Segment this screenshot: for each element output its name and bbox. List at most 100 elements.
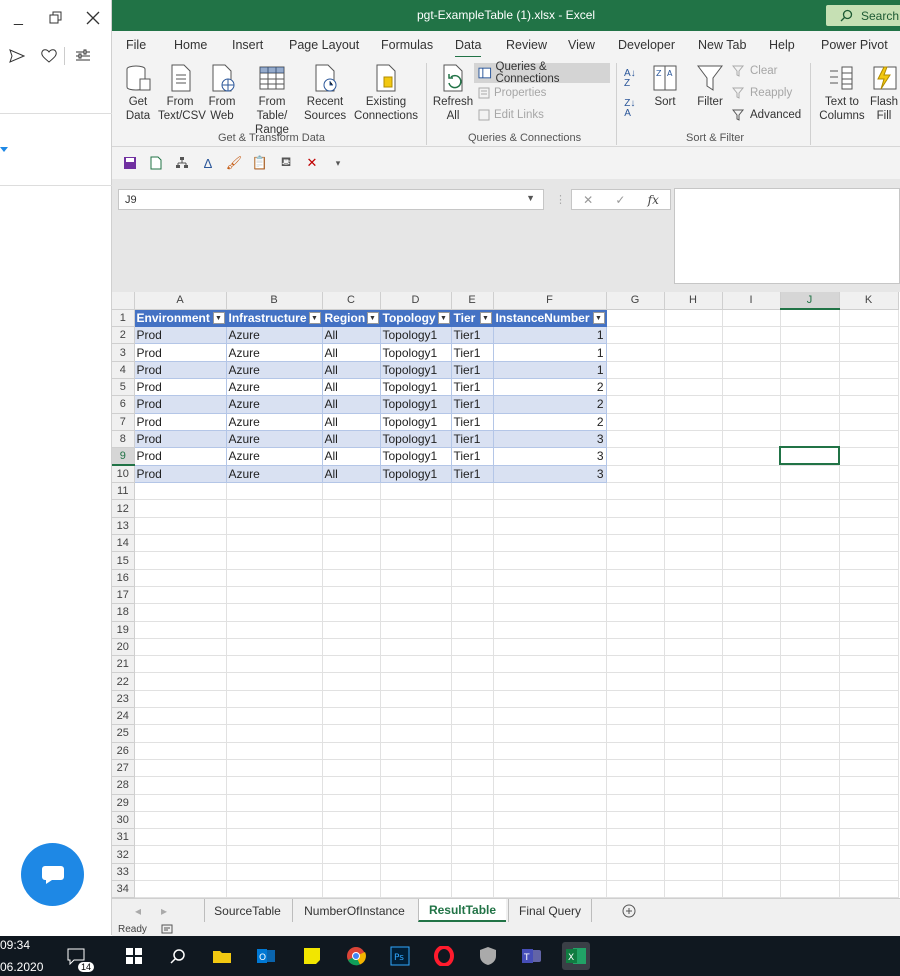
cell[interactable] — [226, 776, 323, 795]
select-all-corner[interactable] — [112, 292, 135, 310]
cell[interactable] — [664, 361, 723, 379]
cell[interactable] — [606, 569, 665, 587]
table-cell[interactable]: Topology1 — [380, 361, 452, 379]
cell[interactable] — [722, 378, 781, 397]
cell[interactable] — [134, 863, 227, 882]
flash-fill-button[interactable]: Flash Fill — [868, 63, 900, 123]
table-cell[interactable]: All — [322, 343, 381, 362]
minimize-icon[interactable]: _ — [0, 0, 37, 36]
cell[interactable] — [134, 794, 227, 812]
cell[interactable] — [839, 413, 899, 431]
cell[interactable] — [664, 395, 723, 414]
cell[interactable] — [380, 707, 452, 726]
cell[interactable] — [226, 863, 323, 882]
cell[interactable] — [839, 828, 899, 847]
cell[interactable] — [664, 326, 723, 345]
name-box-dropdown-icon[interactable]: ▼ — [526, 193, 535, 203]
cell[interactable] — [380, 811, 452, 830]
cell[interactable] — [606, 672, 665, 691]
settings-sliders-icon[interactable] — [65, 38, 101, 74]
cell[interactable] — [226, 638, 323, 657]
cell[interactable] — [606, 880, 665, 898]
cell[interactable] — [780, 672, 840, 691]
cell[interactable] — [606, 430, 665, 449]
cell[interactable] — [606, 828, 665, 847]
table-cell[interactable]: Azure — [226, 378, 323, 397]
cell[interactable] — [134, 569, 227, 587]
cell[interactable] — [839, 759, 899, 778]
macro-record-icon[interactable] — [161, 924, 173, 934]
column-header-b[interactable]: B — [226, 292, 323, 310]
cell[interactable] — [493, 742, 607, 760]
row-header[interactable]: 28 — [112, 776, 135, 795]
cell[interactable] — [380, 672, 452, 691]
file-explorer-icon[interactable] — [208, 942, 236, 970]
cell[interactable] — [780, 603, 840, 622]
cell[interactable] — [722, 603, 781, 622]
cell[interactable] — [664, 551, 723, 570]
cell[interactable] — [780, 395, 840, 414]
table-cell[interactable]: Prod — [134, 465, 227, 484]
export-icon[interactable] — [146, 153, 166, 173]
table-cell[interactable]: Prod — [134, 378, 227, 397]
properties-button[interactable]: Properties — [478, 87, 546, 99]
cell[interactable] — [606, 863, 665, 882]
cell[interactable] — [722, 707, 781, 726]
cell[interactable] — [493, 655, 607, 674]
cell[interactable] — [722, 343, 781, 362]
table-cell[interactable]: All — [322, 361, 381, 379]
cell[interactable] — [226, 724, 323, 743]
notifications-icon[interactable]: 14 — [62, 942, 94, 972]
table-cell[interactable]: All — [322, 378, 381, 397]
cell[interactable] — [780, 499, 840, 518]
cell[interactable] — [134, 742, 227, 760]
cell[interactable] — [493, 638, 607, 657]
table-cell[interactable]: 2 — [493, 413, 607, 431]
sheet-tab-resulttable[interactable]: ResultTable — [418, 899, 506, 922]
cell[interactable] — [322, 880, 381, 898]
cell[interactable] — [780, 690, 840, 709]
table-header-cell[interactable]: Environment ▼ — [134, 309, 227, 328]
table-cell[interactable]: 1 — [493, 326, 607, 345]
table-cell[interactable]: Tier1 — [451, 343, 494, 362]
row-header[interactable]: 19 — [112, 621, 135, 639]
cell[interactable] — [664, 447, 723, 466]
row-header[interactable]: 8 — [112, 430, 135, 449]
cell[interactable] — [226, 742, 323, 760]
cell[interactable] — [780, 880, 840, 898]
cell[interactable] — [380, 517, 452, 536]
cell[interactable] — [451, 742, 494, 760]
shield-app-icon[interactable] — [474, 942, 502, 970]
add-sheet-icon[interactable] — [618, 899, 640, 922]
insert-function-button[interactable]: fx — [648, 193, 659, 207]
row-header[interactable]: 22 — [112, 672, 135, 691]
cell[interactable] — [722, 880, 781, 898]
cell[interactable] — [839, 742, 899, 760]
cell[interactable] — [380, 638, 452, 657]
outlook-icon[interactable]: O — [252, 942, 280, 970]
table-cell[interactable]: Topology1 — [380, 465, 452, 484]
advanced-button[interactable]: Advanced — [732, 109, 801, 121]
cell[interactable] — [451, 828, 494, 847]
cell[interactable] — [134, 811, 227, 830]
cell[interactable] — [722, 534, 781, 553]
table-cell[interactable]: Azure — [226, 413, 323, 431]
cell[interactable] — [226, 811, 323, 830]
cell[interactable] — [493, 845, 607, 864]
table-cell[interactable]: Azure — [226, 361, 323, 379]
cell[interactable] — [606, 707, 665, 726]
cell[interactable] — [134, 517, 227, 536]
cell[interactable] — [664, 811, 723, 830]
row-header[interactable]: 18 — [112, 603, 135, 622]
cell[interactable] — [134, 724, 227, 743]
table-cell[interactable]: Prod — [134, 395, 227, 414]
cell[interactable] — [134, 880, 227, 898]
cell[interactable] — [722, 724, 781, 743]
table-cell[interactable]: Tier1 — [451, 447, 494, 466]
row-header[interactable]: 33 — [112, 863, 135, 882]
heart-icon[interactable] — [34, 38, 64, 74]
cell[interactable] — [664, 638, 723, 657]
cell[interactable] — [839, 482, 899, 501]
filter-dropdown-icon[interactable]: ▼ — [437, 311, 450, 324]
cell[interactable] — [606, 499, 665, 518]
